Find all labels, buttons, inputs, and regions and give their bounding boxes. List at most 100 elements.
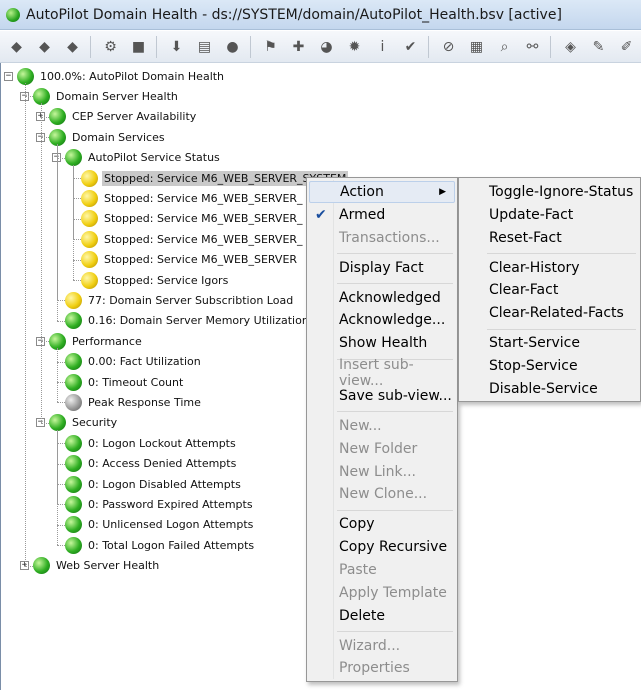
- green-status-icon: [65, 455, 82, 473]
- toolbar-separator: [156, 35, 159, 58]
- tree-node-label: Web Server Health: [56, 559, 160, 573]
- tree-node[interactable]: − Domain Server Health: [20, 86, 180, 106]
- menu-item-properties[interactable]: Properties: [309, 657, 455, 679]
- menu-item-display-fact[interactable]: Display Fact: [309, 257, 455, 279]
- tree-node[interactable]: + CEP Server Availability: [36, 107, 198, 127]
- menu-item-new-link[interactable]: New Link...: [309, 461, 455, 483]
- green-status-icon: [17, 67, 34, 85]
- menu-item-label: Acknowledge...: [339, 312, 446, 329]
- tree-node-label: CEP Server Availability: [72, 110, 197, 124]
- menu-item-update-fact[interactable]: Update-Fact: [461, 204, 638, 226]
- menu-item-acknowledged[interactable]: Acknowledged: [309, 287, 455, 309]
- tree-node-label: 0: Unlicensed Logon Attempts: [88, 518, 254, 532]
- down-arrow-icon[interactable]: ⬇: [164, 34, 189, 59]
- tree-node-label: Domain Services: [72, 130, 165, 144]
- stop-icon[interactable]: ■: [126, 34, 151, 59]
- menu-item-save-sub-view[interactable]: Save sub-view...: [309, 385, 455, 407]
- menu-item-show-health[interactable]: Show Health: [309, 332, 455, 354]
- menu-item-copy[interactable]: Copy: [309, 513, 455, 535]
- menu-item-clear-fact[interactable]: Clear-Fact: [461, 279, 638, 301]
- tree-node[interactable]: 0: Total Logon Failed Attempts: [65, 535, 256, 555]
- tree-node[interactable]: − 100.0%: AutoPilot Domain Health: [4, 66, 226, 86]
- menu-item-new[interactable]: New...: [309, 415, 455, 437]
- menu-separator: [337, 509, 453, 511]
- link-icon[interactable]: ⊘: [436, 34, 461, 59]
- tree-node-label: 100.0%: AutoPilot Domain Health: [40, 69, 225, 83]
- tree-node[interactable]: 77: Domain Server Subscribtion Load: [65, 290, 295, 310]
- tree-node[interactable]: Stopped: Service M6_WEB_SERVER_: [81, 188, 305, 208]
- wrench-box-icon[interactable]: ⚙: [98, 34, 123, 59]
- tree-node[interactable]: 0: Logon Disabled Attempts: [65, 474, 243, 494]
- menu-item-armed[interactable]: ✔ Armed: [309, 204, 455, 226]
- tree-node[interactable]: − Performance: [36, 331, 144, 351]
- tree-node[interactable]: 0.16: Domain Server Memory Utilization: [65, 311, 311, 331]
- green-status-icon: [65, 475, 82, 493]
- menu-item-new-clone[interactable]: New Clone...: [309, 483, 455, 505]
- menu-item-clear-related-facts[interactable]: Clear-Related-Facts: [461, 302, 638, 324]
- menu-item-start-service[interactable]: Start-Service: [461, 332, 638, 354]
- tree-node-label: AutoPilot Service Status: [88, 151, 220, 165]
- menu-item-paste[interactable]: Paste: [309, 559, 455, 581]
- menu-item-copy-recursive[interactable]: Copy Recursive: [309, 536, 455, 558]
- context-menu: Action ▶ ✔ Armed Transactions... Display Fact…: [306, 177, 458, 682]
- menu-item-clear-history[interactable]: Clear-History: [461, 257, 638, 279]
- tree-node[interactable]: + Web Server Health: [20, 556, 161, 576]
- menu-item-reset-fact[interactable]: Reset-Fact: [461, 227, 638, 249]
- checkmark-icon: ✔: [315, 206, 327, 223]
- globe-icon[interactable]: ●: [220, 34, 245, 59]
- tree-node-label: 0: Timeout Count: [88, 375, 184, 389]
- app-status-icon: [6, 7, 20, 22]
- tree-node[interactable]: 0: Unlicensed Logon Attempts: [65, 515, 255, 535]
- menu-item-disable-service[interactable]: Disable-Service: [461, 378, 638, 400]
- tree-node[interactable]: 0.00: Fact Utilization: [65, 352, 203, 372]
- menu-item-label: New Clone...: [339, 486, 428, 503]
- menu-item-action[interactable]: Action ▶: [309, 181, 455, 203]
- tree-node[interactable]: Stopped: Service M6_WEB_SERVER: [81, 250, 299, 270]
- green-status-icon: [65, 434, 82, 452]
- menu-item-transactions[interactable]: Transactions...: [309, 227, 455, 249]
- pencil-icon[interactable]: ✐: [614, 34, 639, 59]
- menu-item-label: Wizard...: [339, 637, 401, 654]
- tree-node[interactable]: Stopped: Service M6_WEB_SERVER_: [81, 229, 305, 249]
- tree-node[interactable]: 0: Timeout Count: [65, 372, 185, 392]
- network-icon[interactable]: ⚯: [520, 34, 545, 59]
- tree-node[interactable]: − AutoPilot Service Status: [52, 148, 222, 168]
- tree-node[interactable]: 0: Access Denied Attempts: [65, 454, 238, 474]
- search-icon[interactable]: ⌕: [492, 34, 517, 59]
- title-bar[interactable]: AutoPilot Domain Health - ds://SYSTEM/do…: [0, 0, 641, 30]
- gray-diamond-icon[interactable]: ◆: [60, 34, 85, 59]
- menu-item-toggle-ignore-status[interactable]: Toggle-Ignore-Status: [461, 181, 638, 203]
- pie-chart-icon[interactable]: ◕: [314, 34, 339, 59]
- calendar-icon[interactable]: ▦: [464, 34, 489, 59]
- menu-item-delete[interactable]: Delete: [309, 605, 455, 627]
- tools-icon[interactable]: ✚: [286, 34, 311, 59]
- gray-diamond-icon[interactable]: ◆: [32, 34, 57, 59]
- tree-node[interactable]: 0: Logon Lockout Attempts: [65, 433, 238, 453]
- tree-node[interactable]: Stopped: Service M6_WEB_SERVER_: [81, 209, 305, 229]
- tree-node-label: 0: Password Expired Attempts: [88, 497, 253, 511]
- tag-icon[interactable]: ◈: [558, 34, 583, 59]
- collapse-icon[interactable]: −: [4, 71, 13, 81]
- menu-item-acknowledge[interactable]: Acknowledge...: [309, 309, 455, 331]
- yellow-status-icon: [65, 291, 82, 309]
- menu-item-wizard[interactable]: Wizard...: [309, 635, 455, 657]
- check-icon[interactable]: ✔: [398, 34, 423, 59]
- alert-icon[interactable]: ✹: [342, 34, 367, 59]
- menu-item-apply-template[interactable]: Apply Template: [309, 582, 455, 604]
- menu-item-insert-sub-view[interactable]: Insert sub-view...: [309, 357, 455, 389]
- info-icon[interactable]: i: [370, 34, 395, 59]
- tree-view-icon[interactable]: ▤: [192, 34, 217, 59]
- tree-node[interactable]: Stopped: Service Igors: [81, 270, 230, 290]
- flag-icon[interactable]: ⚑: [258, 34, 283, 59]
- tree-node[interactable]: Peak Response Time: [65, 392, 203, 412]
- tree-node[interactable]: 0: Password Expired Attempts: [65, 494, 255, 514]
- gray-diamond-icon[interactable]: ◆: [4, 34, 29, 59]
- toolbar-separator: [550, 35, 553, 58]
- pen-icon[interactable]: ✎: [586, 34, 611, 59]
- tree-node-label: Stopped: Service Igors: [104, 273, 229, 287]
- tree-node[interactable]: − Domain Services: [36, 127, 167, 147]
- menu-item-new-folder[interactable]: New Folder: [309, 438, 455, 460]
- menu-separator: [337, 253, 453, 254]
- toolbar-separator: [428, 35, 431, 58]
- menu-item-stop-service[interactable]: Stop-Service: [461, 355, 638, 377]
